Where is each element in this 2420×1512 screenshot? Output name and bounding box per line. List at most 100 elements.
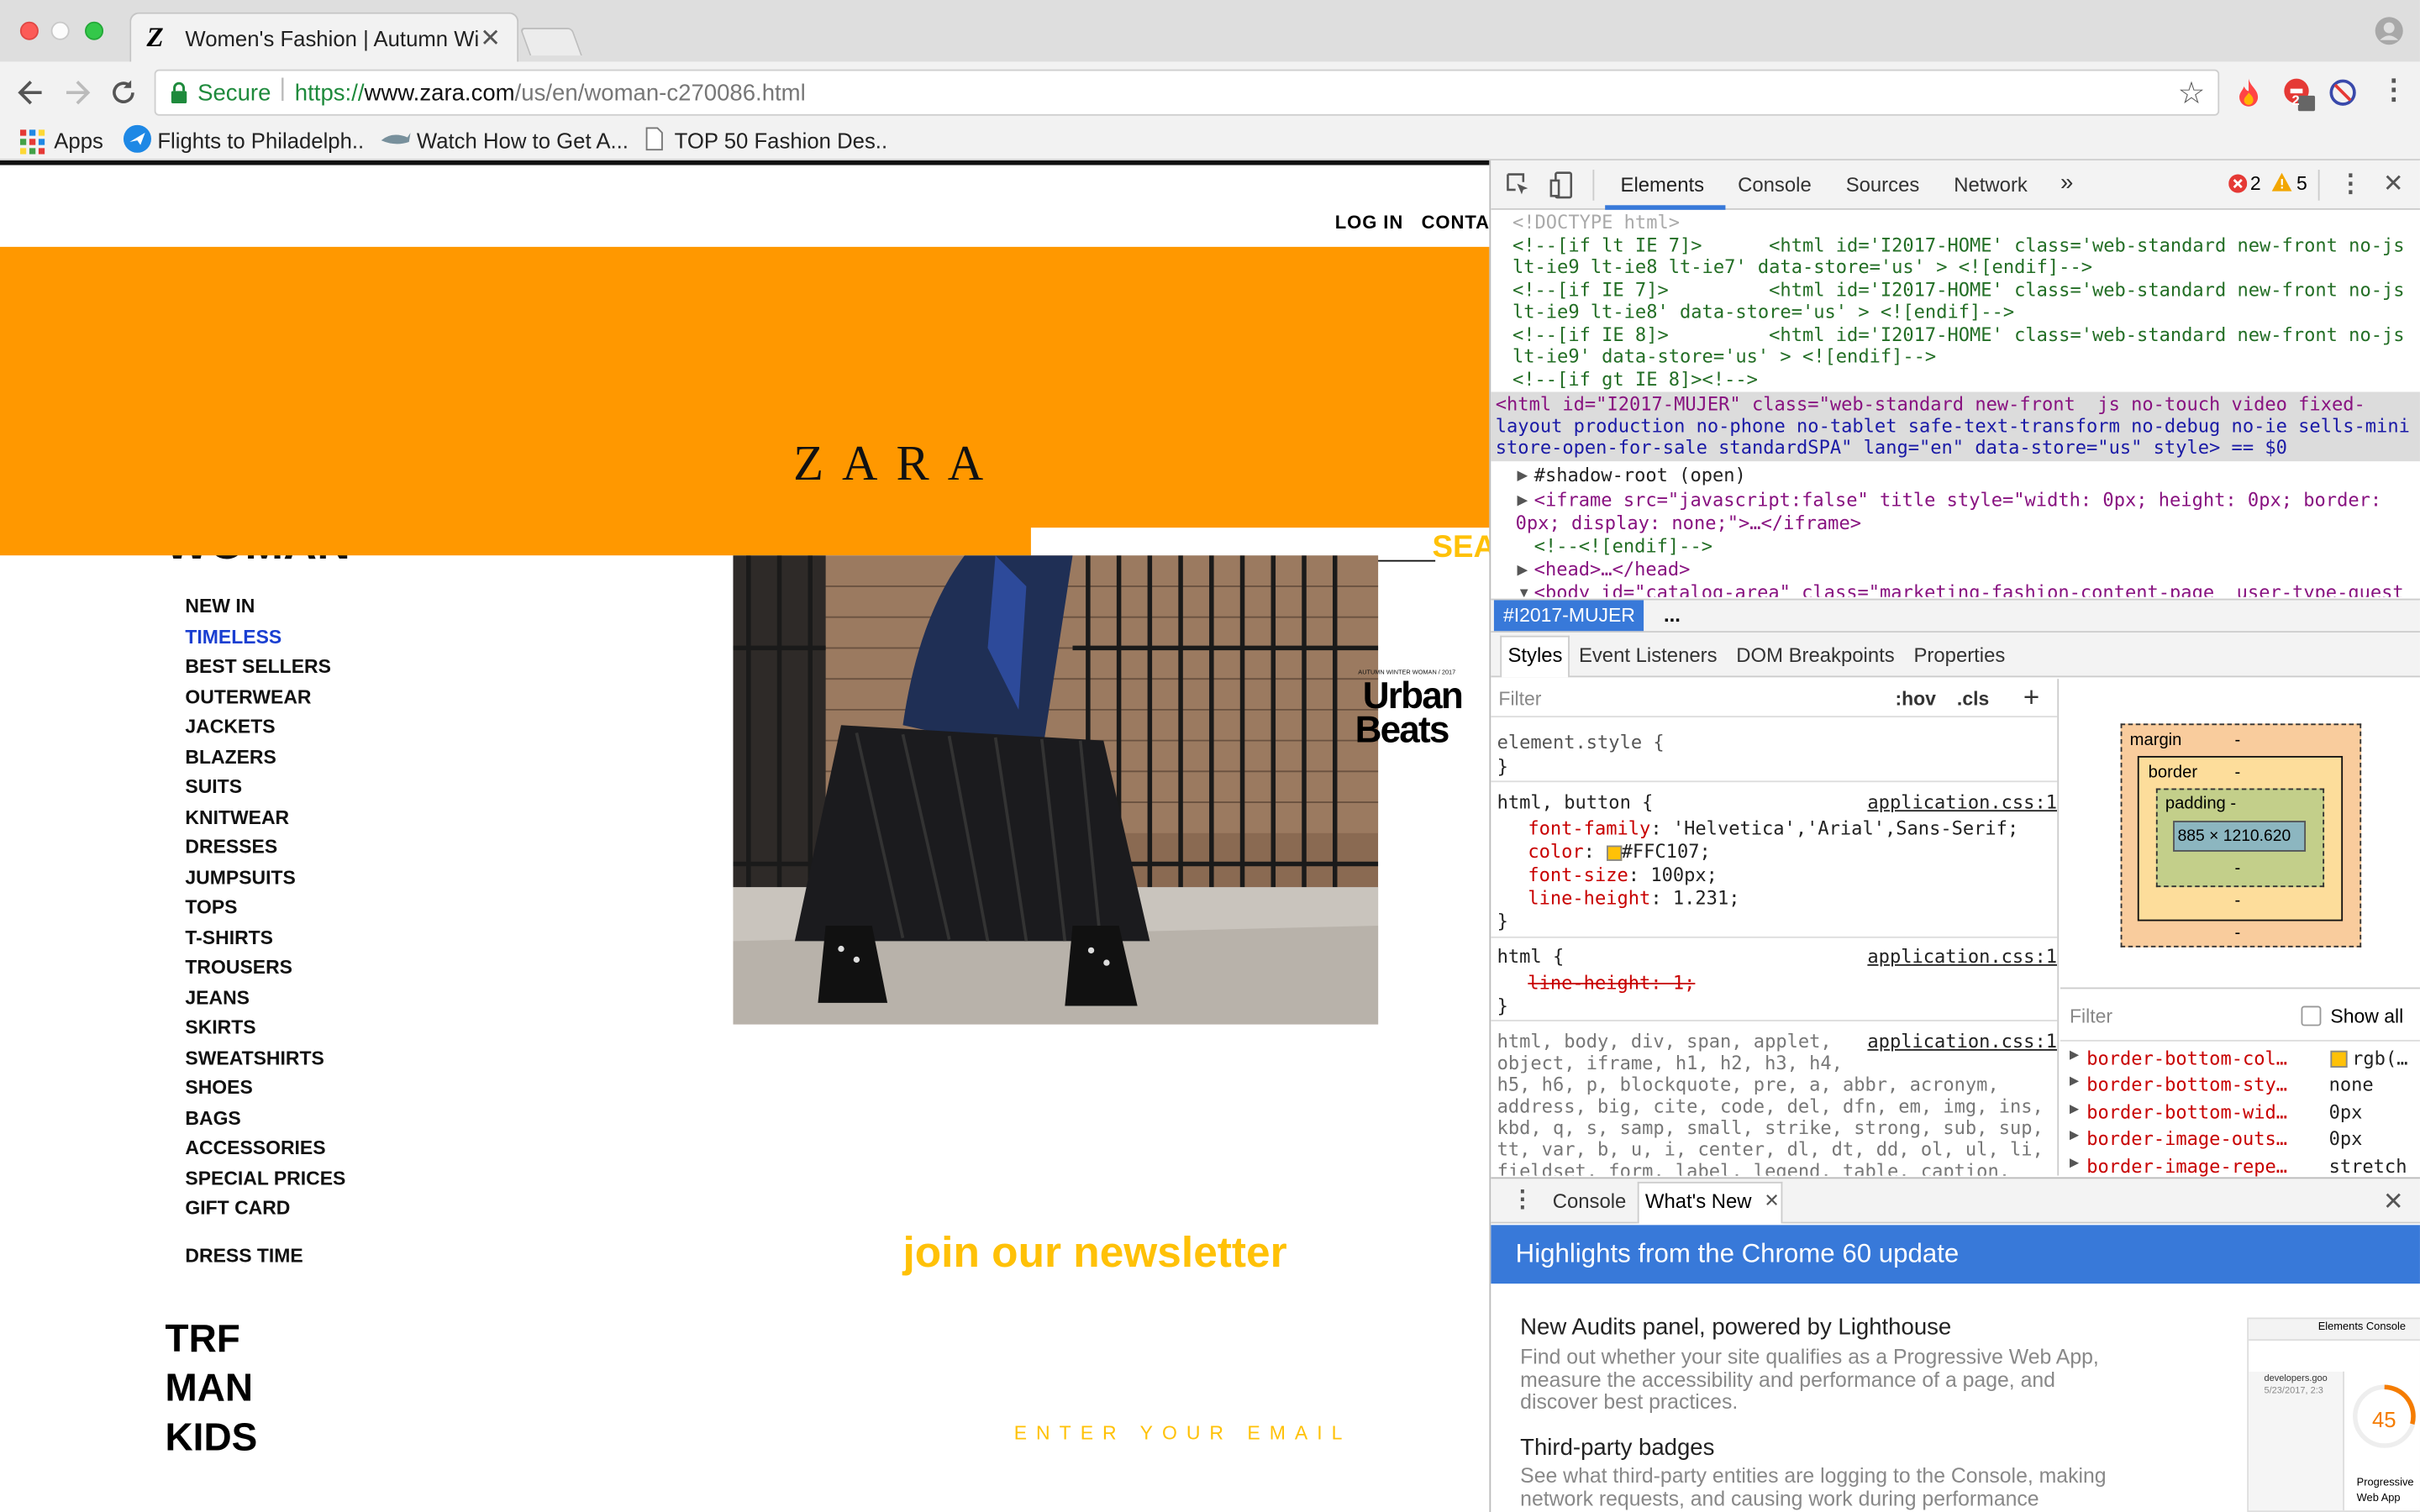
subtab-dom-breakpoints[interactable]: DOM Breakpoints <box>1736 643 1894 667</box>
nav-gift-card[interactable]: GIFT CARD <box>185 1197 290 1219</box>
drawer-tab-whats-new[interactable]: What's New <box>1645 1189 1752 1213</box>
breadcrumb-more[interactable]: ... <box>1664 603 1681 627</box>
nav-jumpsuits[interactable]: JUMPSUITS <box>185 867 295 889</box>
nav-kids[interactable]: KIDS <box>166 1416 258 1461</box>
new-tab-button[interactable] <box>519 28 582 56</box>
dom-tree[interactable]: <!DOCTYPE html> <!--[if lt IE 7]> <html … <box>1491 212 2420 597</box>
show-all-checkbox[interactable] <box>2301 1005 2322 1026</box>
nav-man[interactable]: MAN <box>166 1367 254 1411</box>
more-tabs-icon[interactable]: » <box>2060 170 2073 196</box>
computed-property[interactable]: border-bottom-sty… <box>2086 1074 2287 1095</box>
warning-count[interactable]: 5 <box>2296 173 2307 195</box>
whats-new-item-title[interactable]: Third-party badges <box>1520 1435 1714 1461</box>
dom-shadow-root[interactable]: #shadow-root (open) <box>1534 465 1746 487</box>
nav-new-in[interactable]: NEW IN <box>185 596 255 617</box>
bookmark-apps[interactable]: Apps <box>54 128 103 152</box>
dom-html-node[interactable]: <html id="I2017-MUJER" class="web-standa… <box>1496 393 2365 416</box>
nav-dress-time[interactable]: DRESS TIME <box>185 1245 302 1267</box>
bookmark-fashion[interactable]: TOP 50 Fashion Des.. <box>675 128 887 152</box>
reload-icon[interactable] <box>108 77 139 108</box>
computed-property[interactable]: border-bottom-col… <box>2086 1047 2287 1069</box>
subtab-properties[interactable]: Properties <box>1914 643 2006 667</box>
address-bar[interactable]: Secure | https://www.zara.com/us/en/woma… <box>154 69 2220 116</box>
css-declaration[interactable]: font-size: 100px; <box>1528 864 1718 887</box>
expand-triangle-icon[interactable]: ▶ <box>1517 468 1528 485</box>
tab-sources[interactable]: Sources <box>1846 173 1920 197</box>
devtools-menu-icon[interactable]: ⋮ <box>2338 168 2363 199</box>
dom-comment-line[interactable]: lt-ie9 lt-ie8' data-store='us' > <![endi… <box>1512 301 2014 323</box>
rule-selector[interactable]: html, button { <box>1497 791 1654 814</box>
drawer-close-icon[interactable]: ✕ <box>2383 1186 2404 1217</box>
expand-triangle-icon[interactable]: ▶ <box>1517 492 1528 509</box>
expand-triangle-icon[interactable]: ▶ <box>2070 1047 2079 1062</box>
tab-active[interactable]: Z Women's Fashion | Autumn Wi ✕ <box>129 12 519 62</box>
bookmark-watch[interactable]: Watch How to Get A... <box>417 128 629 152</box>
drawer-menu-icon[interactable]: ⋮ <box>1511 1185 1534 1212</box>
whats-new-item-title[interactable]: New Audits panel, powered by Lighthouse <box>1520 1315 1951 1341</box>
nav-knitwear[interactable]: KNITWEAR <box>185 807 289 829</box>
block-extension-icon[interactable] <box>2329 79 2357 107</box>
collapse-triangle-icon[interactable]: ▼ <box>1517 585 1530 597</box>
nav-sweatshirts[interactable]: SWEATSHIRTS <box>185 1047 324 1069</box>
nav-dresses[interactable]: DRESSES <box>185 836 277 858</box>
nav-t-shirts[interactable]: T-SHIRTS <box>185 927 273 949</box>
dom-comment-line[interactable]: lt-ie9' data-store='us' > <![endif]--> <box>1512 345 1936 368</box>
minimize-window-button[interactable] <box>50 21 70 40</box>
contact-link[interactable]: CONTA <box>1422 212 1490 234</box>
nav-trf[interactable]: TRF <box>166 1318 240 1362</box>
drawer-tab-close-icon[interactable]: ✕ <box>1764 1189 1779 1211</box>
forward-icon[interactable] <box>61 79 92 107</box>
hero-photo[interactable] <box>733 555 1379 1025</box>
dom-body-node[interactable]: <body id="catalog-area" class="marketing… <box>1534 581 2404 596</box>
rule-selector[interactable]: html, body, div, span, applet, <box>1497 1031 1832 1053</box>
nav-jeans[interactable]: JEANS <box>185 987 250 1009</box>
expand-triangle-icon[interactable]: ▶ <box>2070 1074 2079 1088</box>
nav-tops[interactable]: TOPS <box>185 896 237 918</box>
close-window-button[interactable] <box>19 21 39 40</box>
stylesheet-link[interactable]: application.css:1 <box>1867 791 2057 813</box>
breadcrumb-html[interactable]: #I2017-MUJER <box>1493 600 1644 632</box>
nav-jackets[interactable]: JACKETS <box>185 716 275 738</box>
zara-logo[interactable]: ZARA <box>793 435 1002 492</box>
css-declaration[interactable]: font-family: 'Helvetica','Arial',Sans-Se… <box>1528 817 2018 840</box>
subtab-event-listeners[interactable]: Event Listeners <box>1579 643 1718 667</box>
apps-grid-icon[interactable] <box>19 129 45 155</box>
expand-triangle-icon[interactable]: ▶ <box>1517 562 1528 579</box>
back-icon[interactable] <box>15 79 46 107</box>
expand-triangle-icon[interactable]: ▶ <box>2070 1156 2079 1170</box>
fire-extension-icon[interactable] <box>2235 77 2263 108</box>
nav-outerwear[interactable]: OUTERWEAR <box>185 686 311 708</box>
css-declaration[interactable]: line-height: 1.231; <box>1528 887 1739 910</box>
device-toolbar-icon[interactable] <box>1549 171 1574 199</box>
error-count[interactable]: 2 <box>2250 173 2261 195</box>
dom-comment-line[interactable]: <!--[if gt IE 8]><!--> <box>1512 369 1758 391</box>
nav-timeless[interactable]: TIMELESS <box>185 627 281 648</box>
expand-triangle-icon[interactable]: ▶ <box>2070 1101 2079 1116</box>
computed-property[interactable]: border-image-outs… <box>2086 1128 2287 1150</box>
stylesheet-link[interactable]: application.css:1 <box>1867 946 2057 968</box>
computed-filter-input[interactable]: Filter <box>2070 1006 2112 1028</box>
nav-accessories[interactable]: ACCESSORIES <box>185 1137 325 1159</box>
nav-suits[interactable]: SUITS <box>185 776 242 798</box>
new-rule-icon[interactable]: + <box>2023 682 2039 715</box>
dom-comment-line[interactable]: <!--[if IE 8]> <html id='I2017-HOME' cla… <box>1512 324 2405 347</box>
tab-console[interactable]: Console <box>1738 173 1812 197</box>
computed-property[interactable]: border-bottom-wid… <box>2086 1101 2287 1123</box>
nav-bags[interactable]: BAGS <box>185 1108 240 1130</box>
tab-close-icon[interactable]: ✕ <box>480 24 501 55</box>
element-style-rule[interactable]: element.style { <box>1497 732 1665 754</box>
rule-selector[interactable]: html { <box>1497 946 1565 969</box>
whats-new-thumbnail[interactable]: Elements Console developers.goo 5/23/201… <box>2247 1317 2420 1512</box>
maximize-window-button[interactable] <box>85 21 104 40</box>
inspect-element-icon[interactable] <box>1507 173 1531 197</box>
subtab-styles[interactable]: Styles <box>1507 643 1562 667</box>
hov-toggle[interactable]: :hov <box>1895 688 1935 710</box>
search-label[interactable]: SEA <box>1432 531 1489 566</box>
nav-best-sellers[interactable]: BEST SELLERS <box>185 656 331 678</box>
css-declaration-overridden[interactable]: line-height: 1; <box>1528 972 1695 995</box>
email-input[interactable]: ENTER YOUR EMAIL <box>1014 1422 1352 1444</box>
login-link[interactable]: LOG IN <box>1335 212 1403 234</box>
color-swatch[interactable] <box>1606 844 1622 860</box>
dom-comment-line[interactable]: <!--<![endif]--> <box>1534 535 1712 558</box>
dom-comment-line[interactable]: lt-ie9 lt-ie8 lt-ie7' data-store='us' > … <box>1512 256 2092 279</box>
